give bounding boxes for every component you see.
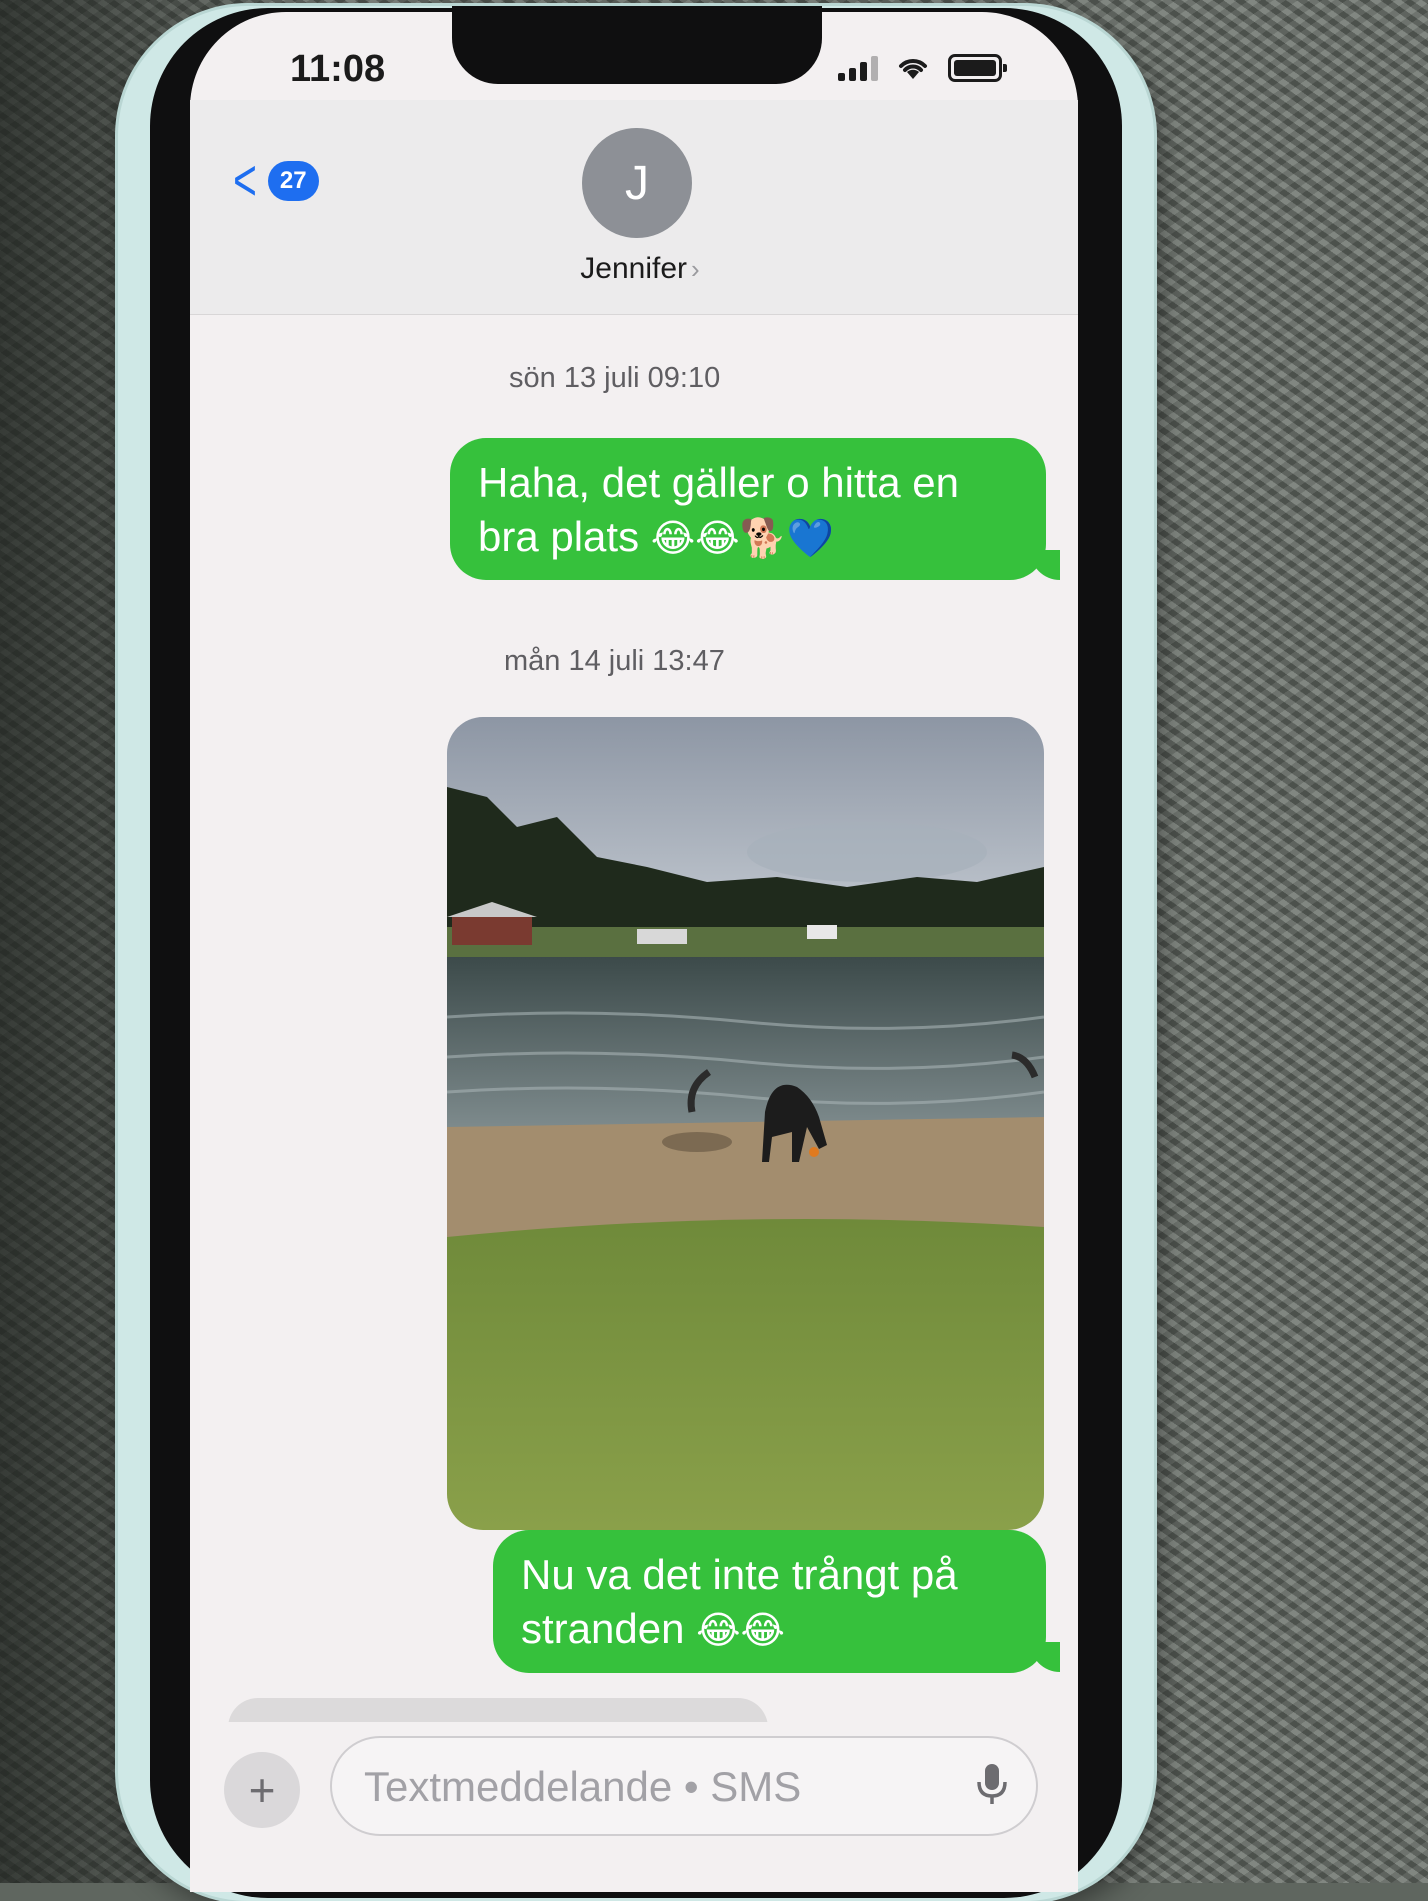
unread-count-badge: 27 xyxy=(267,161,319,201)
battery-icon xyxy=(948,54,1007,82)
message-text-line: stranden xyxy=(521,1605,685,1652)
message-text-line: bra plats xyxy=(478,513,640,560)
wifi-icon xyxy=(899,59,927,79)
chevron-left-icon: < xyxy=(233,148,257,213)
status-icons xyxy=(838,54,1007,82)
chevron-right-icon: › xyxy=(691,254,700,284)
message-text-field[interactable] xyxy=(330,1736,1038,1836)
message-text-line: Haha, det gäller o hitta en xyxy=(478,459,959,506)
message-timestamp: mån 14 juli 13:47 xyxy=(504,645,725,677)
back-button[interactable]: < 27 xyxy=(228,152,319,210)
microphone-icon[interactable] xyxy=(972,1762,1012,1808)
contact-name-button[interactable]: Jennifer › xyxy=(560,252,720,286)
message-input[interactable] xyxy=(362,1760,926,1814)
contact-name: Jennifer xyxy=(580,252,688,285)
message-emoji: 😂😂 xyxy=(696,1608,785,1652)
sent-message-bubble[interactable]: Haha, det gäller o hitta en bra plats 😂😂… xyxy=(450,438,1046,580)
lake-dog-photo xyxy=(447,717,1044,1530)
message-text-line: Nu va det inte trångt på xyxy=(521,1551,958,1598)
message-timestamp: sön 13 juli 09:10 xyxy=(509,362,721,394)
message-emoji: 😂😂🐕💙 xyxy=(650,516,835,560)
cellular-signal-icon xyxy=(838,55,878,81)
avatar-initial: J xyxy=(625,156,649,210)
add-attachment-button[interactable]: + xyxy=(224,1752,300,1828)
phone-notch xyxy=(452,6,822,84)
sent-message-bubble[interactable]: Nu va det inte trångt på stranden 😂😂 xyxy=(493,1530,1046,1673)
photo-attachment[interactable] xyxy=(447,717,1044,1530)
status-time: 11:08 xyxy=(290,48,386,90)
plus-icon: + xyxy=(248,1764,276,1816)
contact-avatar[interactable]: J xyxy=(582,128,692,238)
